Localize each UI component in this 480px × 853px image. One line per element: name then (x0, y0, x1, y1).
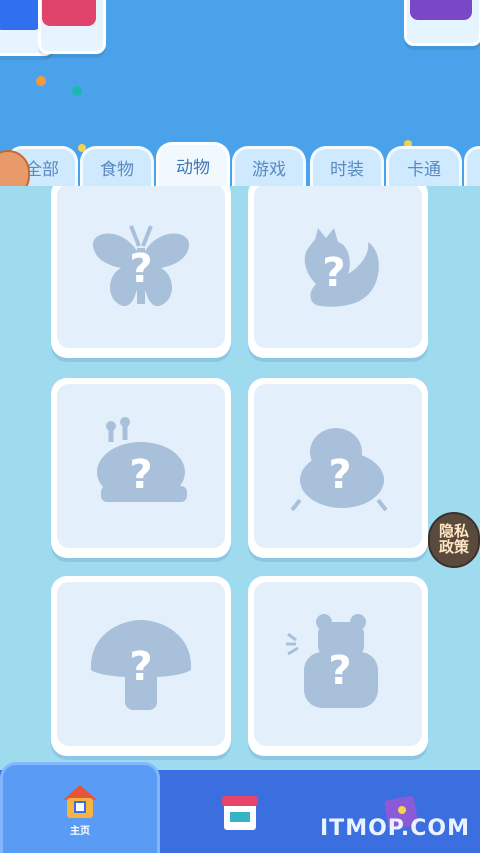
svg-text:?: ? (328, 452, 351, 498)
tab-label: 食物 (100, 160, 134, 180)
puzzle-card-mushroom[interactable]: ? (51, 576, 231, 756)
svg-text:?: ? (328, 648, 351, 694)
category-tabs: 全部 食物 动物 游戏 时装 卡通 (0, 138, 480, 186)
blue-blocks (0, 0, 42, 30)
tab-label: 卡通 (407, 160, 441, 180)
snail-silhouette-icon: ? (97, 417, 187, 502)
shop-icon (222, 795, 258, 830)
svg-text:?: ? (129, 246, 152, 292)
butterfly-silhouette-icon: ? (92, 225, 190, 307)
tab-games[interactable]: 游戏 (232, 146, 306, 186)
bear-silhouette-icon: ? (286, 614, 378, 708)
teal-bead (72, 86, 82, 96)
tab-cartoon[interactable]: 卡通 (386, 146, 462, 186)
puzzle-grid: ? ? ? ? ? ? (0, 186, 480, 770)
svg-text:?: ? (322, 250, 345, 296)
puzzle-card-butterfly[interactable]: ? (51, 186, 231, 358)
mushroom-silhouette-icon: ? (90, 620, 192, 710)
privacy-policy-button[interactable]: 隐私 政策 (428, 512, 480, 568)
nav-shop[interactable] (200, 770, 280, 853)
nav-home[interactable]: 主页 (0, 762, 160, 853)
puzzle-card-squirrel[interactable]: ? (248, 186, 428, 358)
tab-food[interactable]: 食物 (80, 146, 154, 186)
svg-text:?: ? (129, 644, 152, 690)
svg-text:?: ? (129, 452, 152, 498)
tab-animals[interactable]: 动物 (156, 142, 230, 186)
bird-silhouette-icon: ? (290, 428, 388, 512)
squirrel-silhouette-icon: ? (304, 228, 379, 307)
tab-label: 全部 (25, 160, 59, 180)
tab-fashion[interactable]: 时装 (310, 146, 384, 186)
puzzle-card-bear[interactable]: ? (248, 576, 428, 756)
house-icon (63, 784, 97, 818)
tab-label: 游戏 (252, 160, 286, 180)
puzzle-card-bird[interactable]: ? (248, 378, 428, 558)
pink-blocks (42, 0, 96, 26)
tab-label: 时装 (330, 160, 364, 180)
nav-home-label: 主页 (70, 825, 90, 837)
orange-bead (36, 76, 46, 86)
purple-blocks (410, 0, 472, 20)
puzzle-card-snail[interactable]: ? (51, 378, 231, 558)
watermark-text: ITMOP.COM (320, 816, 470, 841)
tab-label: 动物 (176, 158, 210, 178)
privacy-line-2: 政策 (438, 538, 469, 556)
tab-more[interactable] (464, 146, 480, 186)
